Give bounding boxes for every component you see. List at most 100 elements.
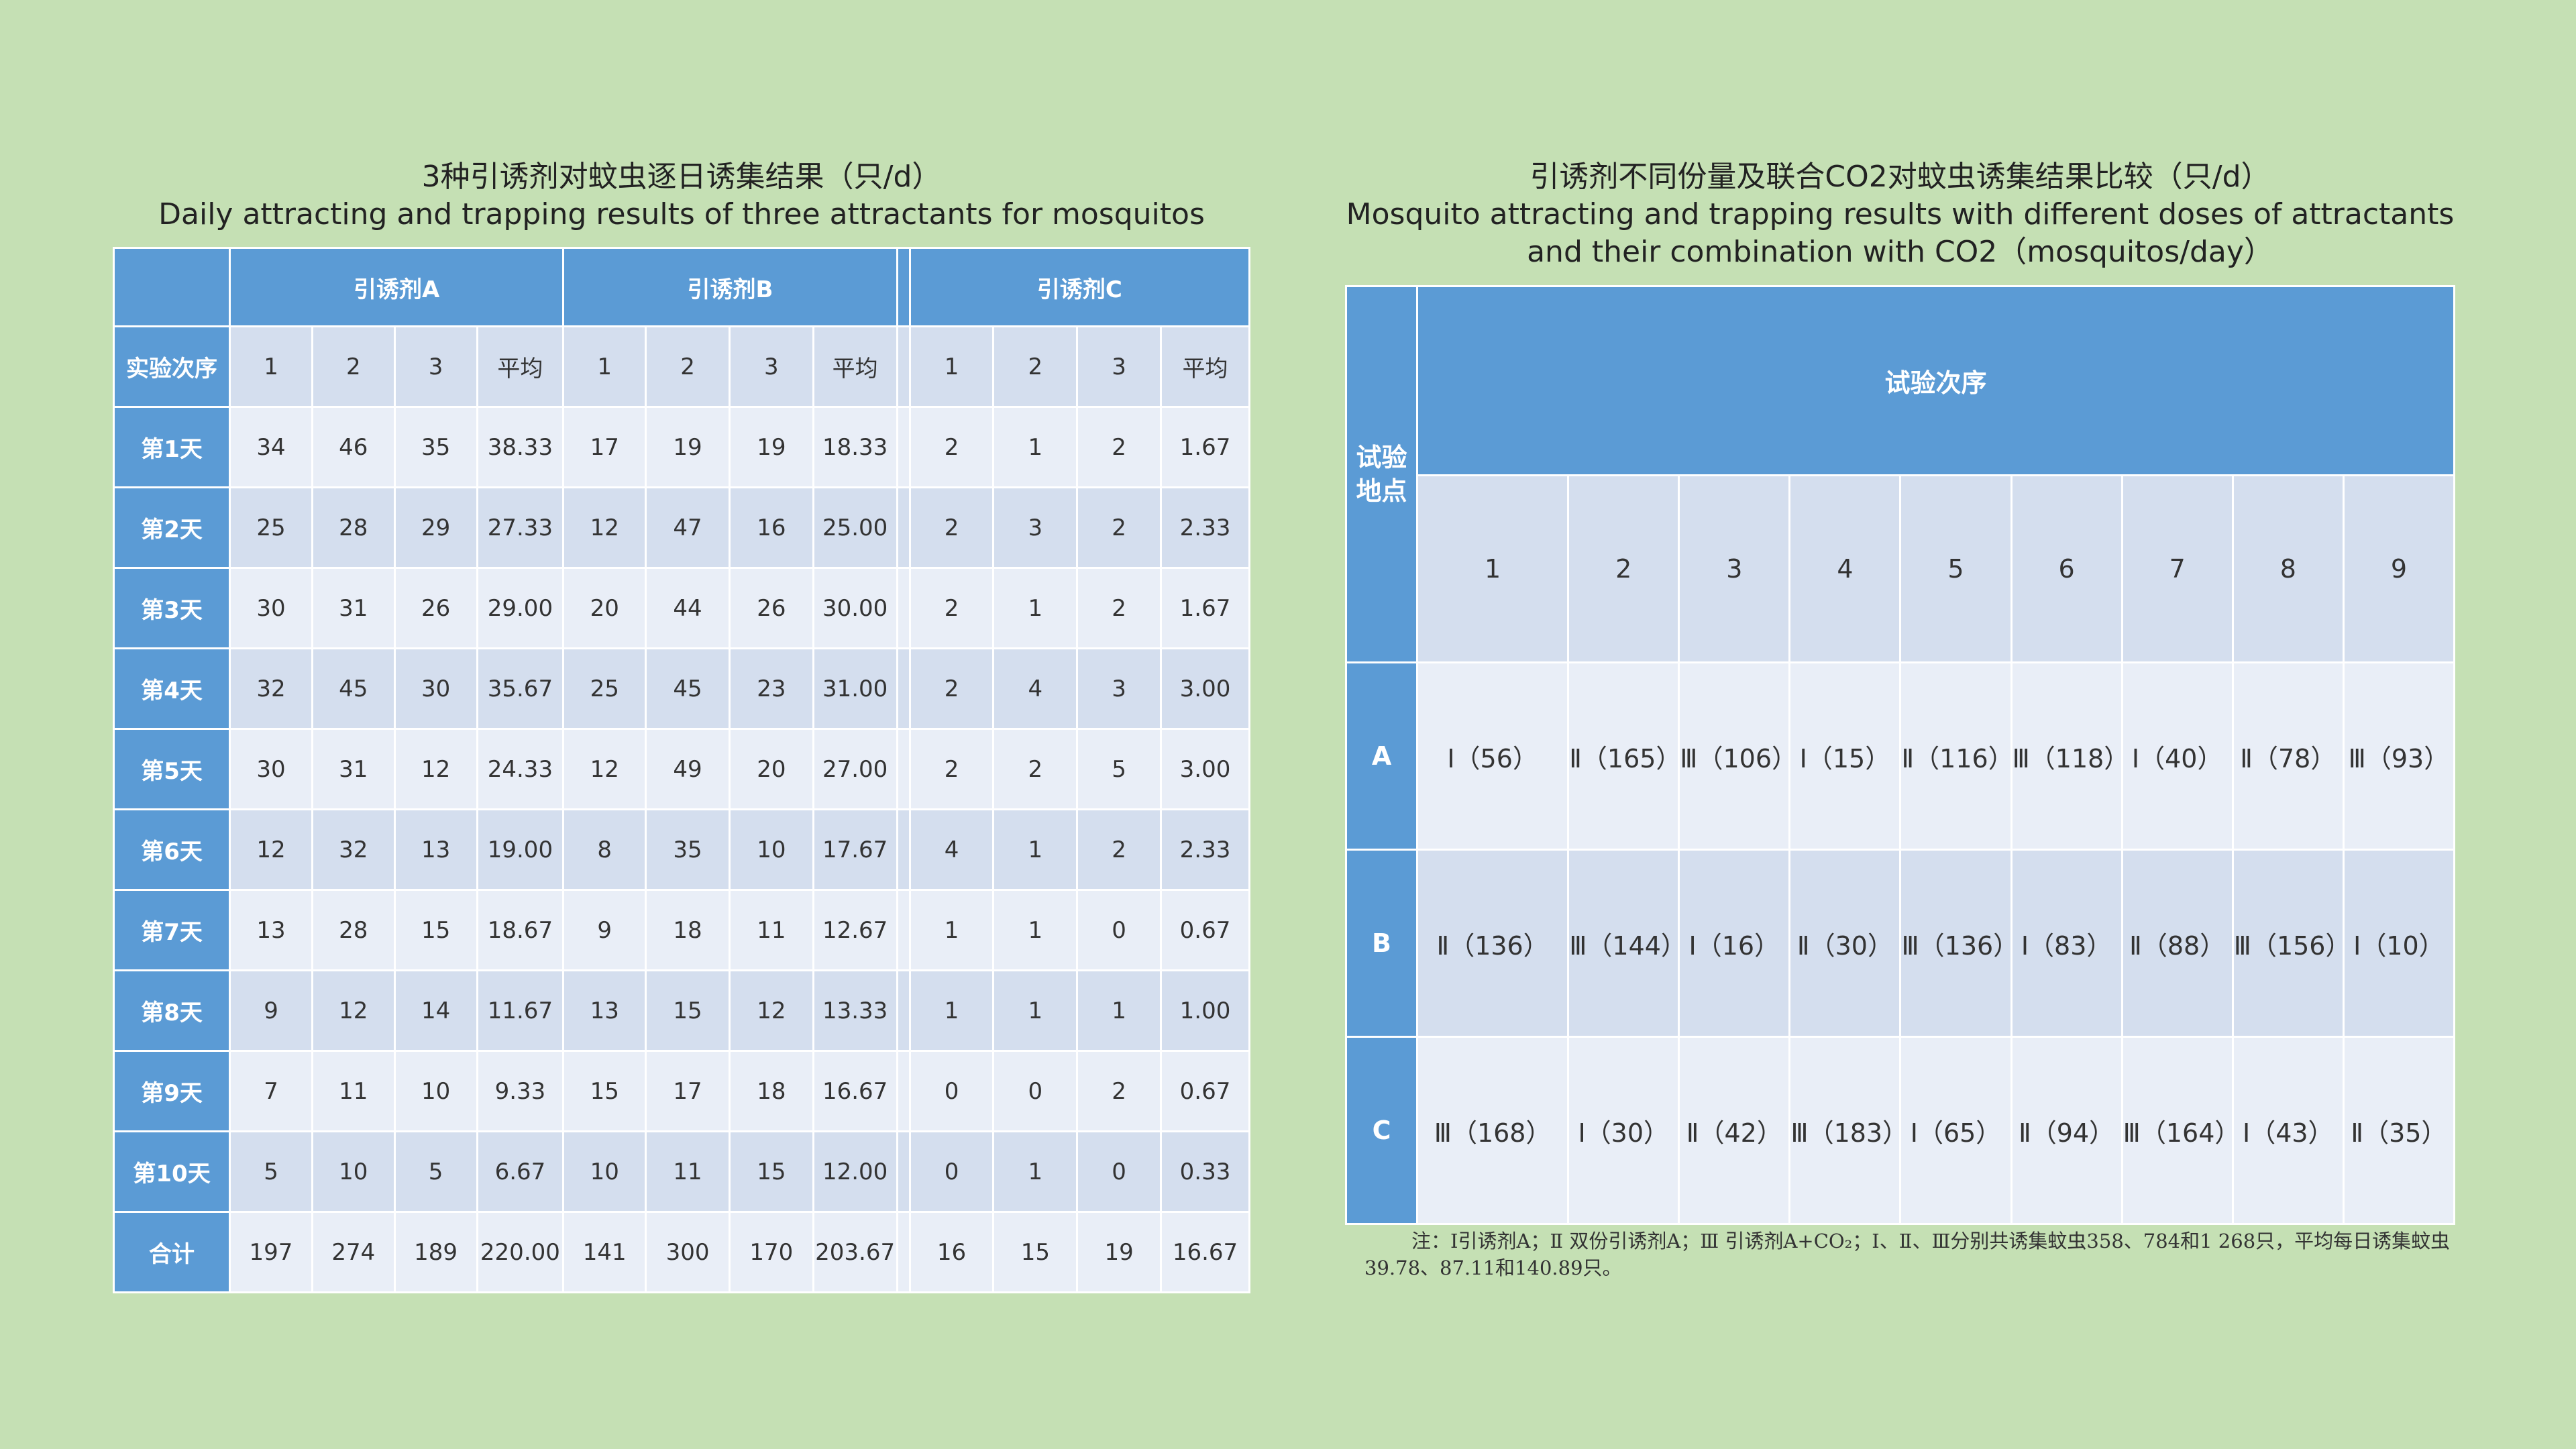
data-cell: 26 xyxy=(395,569,478,649)
trial-number: 5 xyxy=(1901,476,2012,663)
data-cell: 16 xyxy=(910,1213,995,1293)
data-cell: 1 xyxy=(994,810,1079,891)
data-cell: 12 xyxy=(730,971,814,1052)
data-cell: 31 xyxy=(313,730,396,810)
result-cell: Ⅲ（118） xyxy=(2012,663,2129,851)
day-label: 第9天 xyxy=(115,1052,231,1132)
trial-number: 7 xyxy=(2123,476,2234,663)
sub-header-row: 实验次序 1 2 3 平均 1 2 3 平均 1 2 3 平均 xyxy=(115,327,1250,408)
data-cell: 13.33 xyxy=(814,971,898,1052)
data-cell: 2 xyxy=(1078,810,1163,891)
result-cell: Ⅲ（183） xyxy=(1790,1038,1908,1225)
data-cell: 170 xyxy=(730,1213,814,1293)
day-label: 第6天 xyxy=(115,810,231,891)
sub-header-b-2: 2 xyxy=(647,327,731,408)
data-cell: 9 xyxy=(231,971,313,1052)
data-cell: 35 xyxy=(647,810,731,891)
data-cell: 5 xyxy=(1078,730,1163,810)
data-cell: 2 xyxy=(994,730,1079,810)
data-cell: 19.00 xyxy=(478,810,565,891)
corner-cell xyxy=(115,249,231,327)
sub-header-c-3: 3 xyxy=(1078,327,1163,408)
data-cell: 9 xyxy=(564,891,647,971)
data-cell: 46 xyxy=(313,408,396,488)
data-cell: 3 xyxy=(994,488,1079,569)
data-cell: 10 xyxy=(564,1132,647,1213)
data-cell: 8 xyxy=(564,810,647,891)
data-cell: 2 xyxy=(910,569,995,649)
data-cell: 27.33 xyxy=(478,488,565,569)
data-cell: 20 xyxy=(730,730,814,810)
data-cell: 44 xyxy=(647,569,731,649)
data-cell: 0.67 xyxy=(1162,891,1250,971)
data-cell: 203.67 xyxy=(814,1213,898,1293)
sub-header-a-3: 3 xyxy=(395,327,478,408)
table-row: 第7天 13 28 15 18.67 9 18 11 12.67 1 1 0 0.67 xyxy=(115,891,1250,971)
site-label: C xyxy=(1347,1038,1419,1225)
data-cell: 12 xyxy=(564,488,647,569)
data-cell: 13 xyxy=(231,891,313,971)
footnote: 注：Ⅰ引诱剂A；Ⅱ 双份引诱剂A；Ⅲ 引诱剂A+CO₂；Ⅰ、Ⅱ、Ⅲ分别共诱集蚊虫… xyxy=(1364,1230,2451,1279)
data-cell: 30 xyxy=(395,649,478,730)
group-separator-cell xyxy=(898,1052,911,1132)
data-cell: 2 xyxy=(1078,569,1163,649)
group-separator-cell xyxy=(898,327,911,408)
sub-header-b-3: 3 xyxy=(730,327,814,408)
result-cell: Ⅱ（42） xyxy=(1680,1038,1791,1225)
result-cell: Ⅰ（15） xyxy=(1790,663,1902,851)
result-cell: Ⅰ（43） xyxy=(2233,1038,2345,1225)
data-cell: 2 xyxy=(910,649,995,730)
group-separator-cell xyxy=(898,1213,911,1293)
left-title-cn: 3种引诱剂对蚊虫逐日诱集结果（只/d） xyxy=(421,160,942,194)
data-cell: 30.00 xyxy=(814,569,898,649)
trial-number: 1 xyxy=(1418,476,1570,663)
day-label: 第10天 xyxy=(115,1132,231,1213)
data-cell: 15 xyxy=(730,1132,814,1213)
sub-header-a-2: 2 xyxy=(313,327,396,408)
result-cell: Ⅰ（40） xyxy=(2123,663,2234,851)
data-cell: 1.67 xyxy=(1162,569,1250,649)
right-title-en-1: Mosquito attracting and trapping results… xyxy=(1346,197,2455,231)
result-cell: Ⅱ（165） xyxy=(1569,663,1681,851)
group-header-b: 引诱剂B xyxy=(564,249,898,327)
data-cell: 19 xyxy=(1078,1213,1163,1293)
data-cell: 4 xyxy=(994,649,1079,730)
table-row: 第1天 34 46 35 38.33 17 19 19 18.33 2 1 2 1.67 xyxy=(115,408,1250,488)
data-cell: 30 xyxy=(231,730,313,810)
data-cell: 13 xyxy=(564,971,647,1052)
data-cell: 2.33 xyxy=(1162,810,1250,891)
data-cell: 1.00 xyxy=(1162,971,1250,1052)
data-cell: 11.67 xyxy=(478,971,565,1052)
data-cell: 15 xyxy=(994,1213,1079,1293)
right-title-en-2: and their combination with CO2（mosquitos… xyxy=(1527,235,2273,269)
data-cell: 34 xyxy=(231,408,313,488)
data-cell: 18 xyxy=(647,891,731,971)
data-cell: 12.67 xyxy=(814,891,898,971)
data-cell: 23 xyxy=(730,649,814,730)
data-cell: 12 xyxy=(564,730,647,810)
data-cell: 31 xyxy=(313,569,396,649)
day-label: 第5天 xyxy=(115,730,231,810)
data-cell: 29.00 xyxy=(478,569,565,649)
data-cell: 35 xyxy=(395,408,478,488)
table-row: 合计 197 274 189 220.00 141 300 170 203.67 16 15 19 16… xyxy=(115,1213,1250,1293)
data-cell: 26 xyxy=(730,569,814,649)
data-cell: 1 xyxy=(910,971,995,1052)
data-cell: 7 xyxy=(231,1052,313,1132)
data-cell: 0.67 xyxy=(1162,1052,1250,1132)
left-table-title: 3种引诱剂对蚊虫逐日诱集结果（只/d） Daily attracting and… xyxy=(113,158,1250,233)
data-cell: 1 xyxy=(1078,971,1163,1052)
data-cell: 3.00 xyxy=(1162,730,1250,810)
dose-comparison-table: 试验地点 试验次序 123456789 A Ⅰ（56） Ⅱ（165） Ⅲ（106） Ⅰ（… xyxy=(1345,285,2455,1225)
data-cell: 0 xyxy=(994,1052,1079,1132)
day-label: 合计 xyxy=(115,1213,231,1293)
result-cell: Ⅲ（106） xyxy=(1680,663,1797,851)
right-table-title: 引诱剂不同份量及联合CO2对蚊虫诱集结果比较（只/d） Mosquito att… xyxy=(1345,158,2455,271)
data-cell: 2 xyxy=(910,730,995,810)
result-cell: Ⅰ（30） xyxy=(1569,1038,1680,1225)
group-header-c: 引诱剂C xyxy=(910,249,1250,327)
data-cell: 13 xyxy=(395,810,478,891)
data-cell: 31.00 xyxy=(814,649,898,730)
daily-trapping-table: 引诱剂A 引诱剂B 引诱剂C 实验次序 1 2 3 平均 1 2 3 平均 1 2 3 平均 第1天 34… xyxy=(113,247,1250,1293)
table-row: 第9天 7 11 10 9.33 15 17 18 16.67 0 0 2 0.67 xyxy=(115,1052,1250,1132)
